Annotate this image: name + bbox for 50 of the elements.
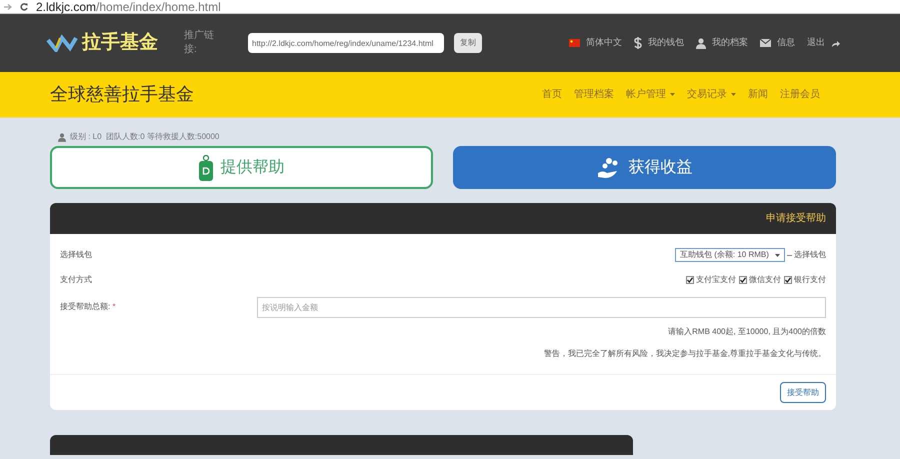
- nav-link[interactable]: 交易记录: [687, 87, 736, 102]
- hand-coins-icon: [596, 156, 620, 178]
- wallet-select[interactable]: 互助钱包 (余额: 10 RMB): [675, 248, 785, 262]
- nav-link[interactable]: 新闻: [748, 87, 768, 102]
- money-can-icon: [198, 154, 212, 180]
- share-arrow-icon: [831, 40, 840, 46]
- field-label: 接受帮助总额: *: [60, 301, 117, 313]
- amount-input-field[interactable]: 按说明输入金额: [257, 296, 826, 318]
- caret-icon: [775, 254, 780, 256]
- promo-label: 推广链接:: [184, 29, 215, 57]
- user-stats: 级别 : L0 团队人数:0 等待救援人数:50000: [70, 131, 220, 143]
- nav-link[interactable]: 注册会员: [780, 87, 820, 102]
- connector-line: [787, 254, 792, 256]
- site-title: 全球慈善拉手基金: [50, 83, 194, 106]
- copy-button[interactable]: 复制: [454, 33, 482, 53]
- wallet-hint: 选择钱包: [794, 249, 826, 261]
- logo-icon: [46, 34, 78, 52]
- panel-title: 申请接受帮助: [766, 212, 826, 226]
- user-icon: [58, 132, 66, 142]
- logo-text: 拉手基金: [82, 30, 158, 55]
- header-link[interactable]: 简体中文: [569, 36, 622, 50]
- checkbox-label: 支付宝支付: [696, 274, 736, 286]
- checkbox[interactable]: [739, 276, 747, 284]
- field-label: 选择钱包: [60, 249, 92, 261]
- dollar-icon: [634, 37, 642, 49]
- header-link[interactable]: 我的钱包: [634, 36, 684, 50]
- get-earnings-button[interactable]: 获得收益: [453, 146, 836, 189]
- flag-icon: [569, 39, 580, 47]
- caret-icon: [670, 93, 675, 96]
- user-icon: [696, 38, 706, 48]
- checkbox-label: 微信支付: [749, 274, 781, 286]
- amount-hint: 请输入RMB 400起, 至10000, 且为400的倍数: [668, 326, 826, 338]
- warning-text: 警告，我已完全了解所有风险，我决定参与拉手基金,尊重拉手基金文化与传统。: [544, 348, 826, 360]
- nav-link[interactable]: 帐户管理: [626, 87, 675, 102]
- provide-help-button[interactable]: 提供帮助: [50, 146, 433, 189]
- checkbox[interactable]: [686, 276, 694, 284]
- header-link[interactable]: 退出: [807, 36, 840, 50]
- field-label: 支付方式: [60, 274, 92, 286]
- mail-icon: [760, 39, 771, 47]
- url-text[interactable]: 2.ldkjc.com/home/index/home.html: [36, 0, 221, 12]
- header-link[interactable]: 信息: [760, 36, 795, 50]
- nav-link[interactable]: 首页: [542, 87, 562, 102]
- header-link[interactable]: 我的档案: [696, 36, 748, 50]
- promo-link-field[interactable]: http://2.ldkjc.com/home/reg/index/uname/1234.html: [248, 33, 444, 53]
- caret-icon: [731, 93, 736, 96]
- accept-help-button[interactable]: 接受帮助: [780, 382, 826, 403]
- nav-link[interactable]: 管理档案: [574, 87, 614, 102]
- reload-icon[interactable]: [20, 2, 28, 10]
- checkbox[interactable]: [784, 276, 792, 284]
- checkbox-label: 银行支付: [794, 274, 826, 286]
